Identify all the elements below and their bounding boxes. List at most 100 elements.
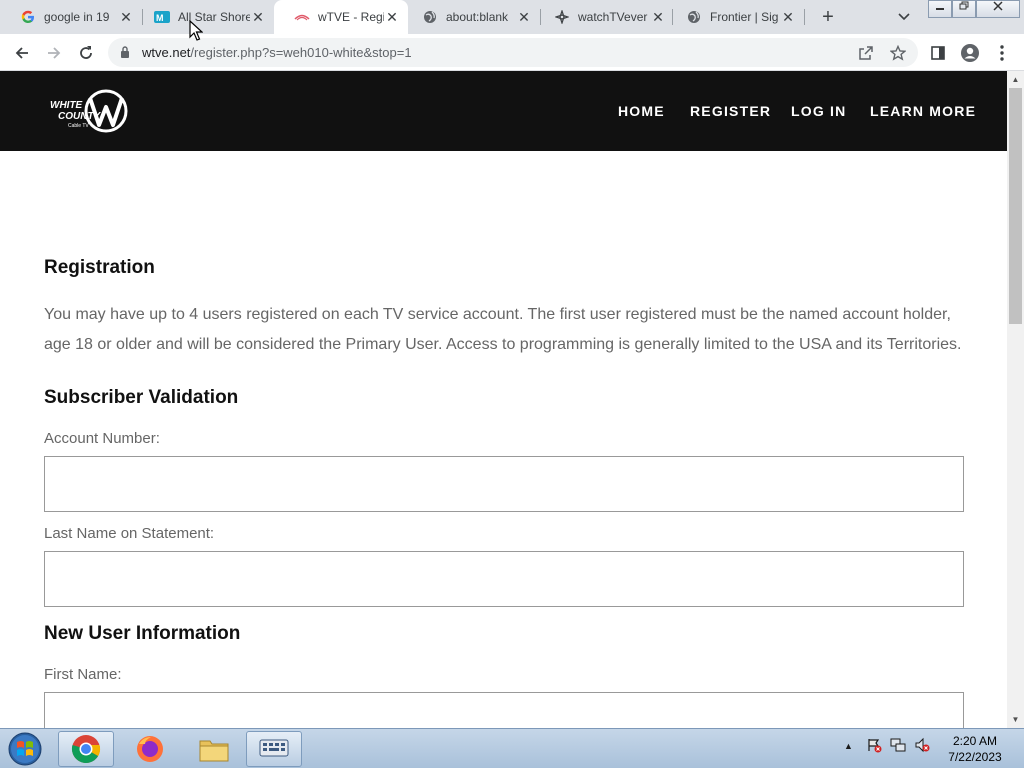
chevron-down-icon [898,13,910,21]
tab-title: wTVE - Regis [318,10,384,24]
tab-separator [804,9,805,25]
star-icon [890,45,906,61]
side-panel-button[interactable] [926,41,950,65]
tab-title: google in 19 [44,10,110,24]
url-text: wtve.net/register.php?s=weh010-white&sto… [142,45,412,60]
logo-subtext: Cable TV [68,123,89,129]
keyboard-icon [259,739,289,757]
page-title: Registration [44,257,155,278]
close-icon[interactable]: ✕ [384,9,400,25]
site-header: WHITE COUNTY Cable TV HOME REGISTER LOG … [0,71,1007,151]
taskbar-onscreen-keyboard[interactable] [246,731,302,767]
logo-text-line2: COUNTY [58,111,102,122]
watchtv-icon [554,9,570,25]
globe-icon [422,9,438,25]
close-icon[interactable]: ✕ [250,9,266,25]
reload-icon [80,46,92,59]
share-icon [859,46,873,60]
account-number-input[interactable] [44,456,964,512]
scroll-down-arrow-icon[interactable]: ▼ [1007,711,1024,728]
site-logo[interactable]: WHITE COUNTY Cable TV [44,89,130,133]
subscriber-validation-heading: Subscriber Validation [44,387,239,408]
reload-button[interactable] [74,41,98,65]
side-panel-icon [931,46,945,60]
minimize-icon [936,8,944,10]
network-icon[interactable] [890,737,906,753]
nav-learn-more[interactable]: LEARN MORE [870,103,976,119]
close-icon [993,1,1003,11]
nav-log-in[interactable]: LOG IN [791,103,846,119]
firefox-icon [137,736,163,762]
profile-icon [961,44,979,62]
last-name-input[interactable] [44,551,964,607]
tab-strip: google in 19 ✕ M All Star Shore ✕ wTVE -… [0,0,1024,34]
first-name-label: First Name: [44,666,122,683]
profile-button[interactable] [958,41,982,65]
nav-register[interactable]: REGISTER [690,103,771,119]
share-button[interactable] [854,41,878,65]
google-icon [20,9,36,25]
address-bar[interactable]: wtve.net/register.php?s=weh010-white&sto… [108,38,918,67]
first-name-input[interactable] [44,692,964,728]
tab-google[interactable]: google in 19 ✕ [0,0,142,34]
back-arrow-icon [15,47,28,59]
tab-watchtv[interactable]: watchTVever ✕ [534,0,674,34]
start-button[interactable] [4,731,46,767]
forward-arrow-icon [48,47,61,59]
windows-taskbar: ▲ 2:20 AM 7/22/2023 [0,728,1024,768]
bookmark-button[interactable] [886,41,910,65]
action-center-flag-icon[interactable] [866,737,882,753]
page-viewport: WHITE COUNTY Cable TV HOME REGISTER LOG … [0,71,1007,728]
tab-title: watchTVever [578,10,648,24]
tab-allstar[interactable]: M All Star Shore ✕ [134,0,274,34]
forward-button[interactable] [42,41,66,65]
restore-button[interactable] [952,0,976,18]
allstar-icon: M [154,9,170,25]
scrollbar-thumb[interactable] [1009,88,1022,324]
volume-muted-icon[interactable] [914,737,930,753]
close-icon[interactable]: ✕ [516,9,532,25]
restore-icon [959,1,969,10]
account-number-label: Account Number: [44,430,160,447]
tab-frontier[interactable]: Frontier | Sig ✕ [666,0,804,34]
mouse-cursor-icon [189,20,203,41]
new-tab-button[interactable]: + [816,5,840,29]
back-button[interactable] [10,41,34,65]
system-clock[interactable]: 2:20 AM 7/22/2023 [940,733,1010,765]
intro-text: You may have up to 4 users registered on… [44,306,962,353]
clock-time: 2:20 AM [952,734,998,748]
tab-about-blank[interactable]: about:blank ✕ [402,0,540,34]
tab-search-button[interactable] [894,6,914,26]
scroll-up-arrow-icon[interactable]: ▲ [1007,71,1024,88]
tab-title: about:blank [446,10,509,24]
tab-wtve[interactable]: wTVE - Regis ✕ [274,0,408,34]
wtve-icon [294,9,310,25]
new-user-heading: New User Information [44,623,241,644]
close-icon[interactable]: ✕ [650,9,666,25]
tab-title: Frontier | Sig [710,10,779,24]
taskbar-file-explorer[interactable] [186,731,242,767]
show-hidden-icons-button[interactable]: ▲ [844,741,853,751]
clock-date: 7/22/2023 [948,750,1002,764]
globe-icon [686,9,702,25]
taskbar-firefox[interactable] [122,731,178,767]
close-window-button[interactable] [976,0,1020,18]
folder-icon [199,740,229,762]
close-icon[interactable]: ✕ [780,9,796,25]
page-scrollbar[interactable]: ▲ ▼ [1007,71,1024,728]
browser-toolbar: wtve.net/register.php?s=weh010-white&sto… [0,34,1024,71]
windows-start-orb-icon [8,732,42,766]
url-host: wtve.net [142,45,191,60]
svg-text:M: M [156,13,164,23]
menu-button[interactable] [990,41,1014,65]
last-name-label: Last Name on Statement: [44,525,215,542]
close-icon[interactable]: ✕ [118,9,134,25]
logo-text-line1: WHITE [50,100,83,111]
minimize-button[interactable] [928,0,952,18]
url-path: /register.php?s=weh010-white&stop=1 [190,45,412,60]
chrome-icon [71,735,101,763]
kebab-menu-icon [1000,45,1004,61]
nav-home[interactable]: HOME [618,103,665,119]
taskbar-chrome[interactable] [58,731,114,767]
white-county-logo-icon: WHITE COUNTY Cable TV [50,89,128,133]
